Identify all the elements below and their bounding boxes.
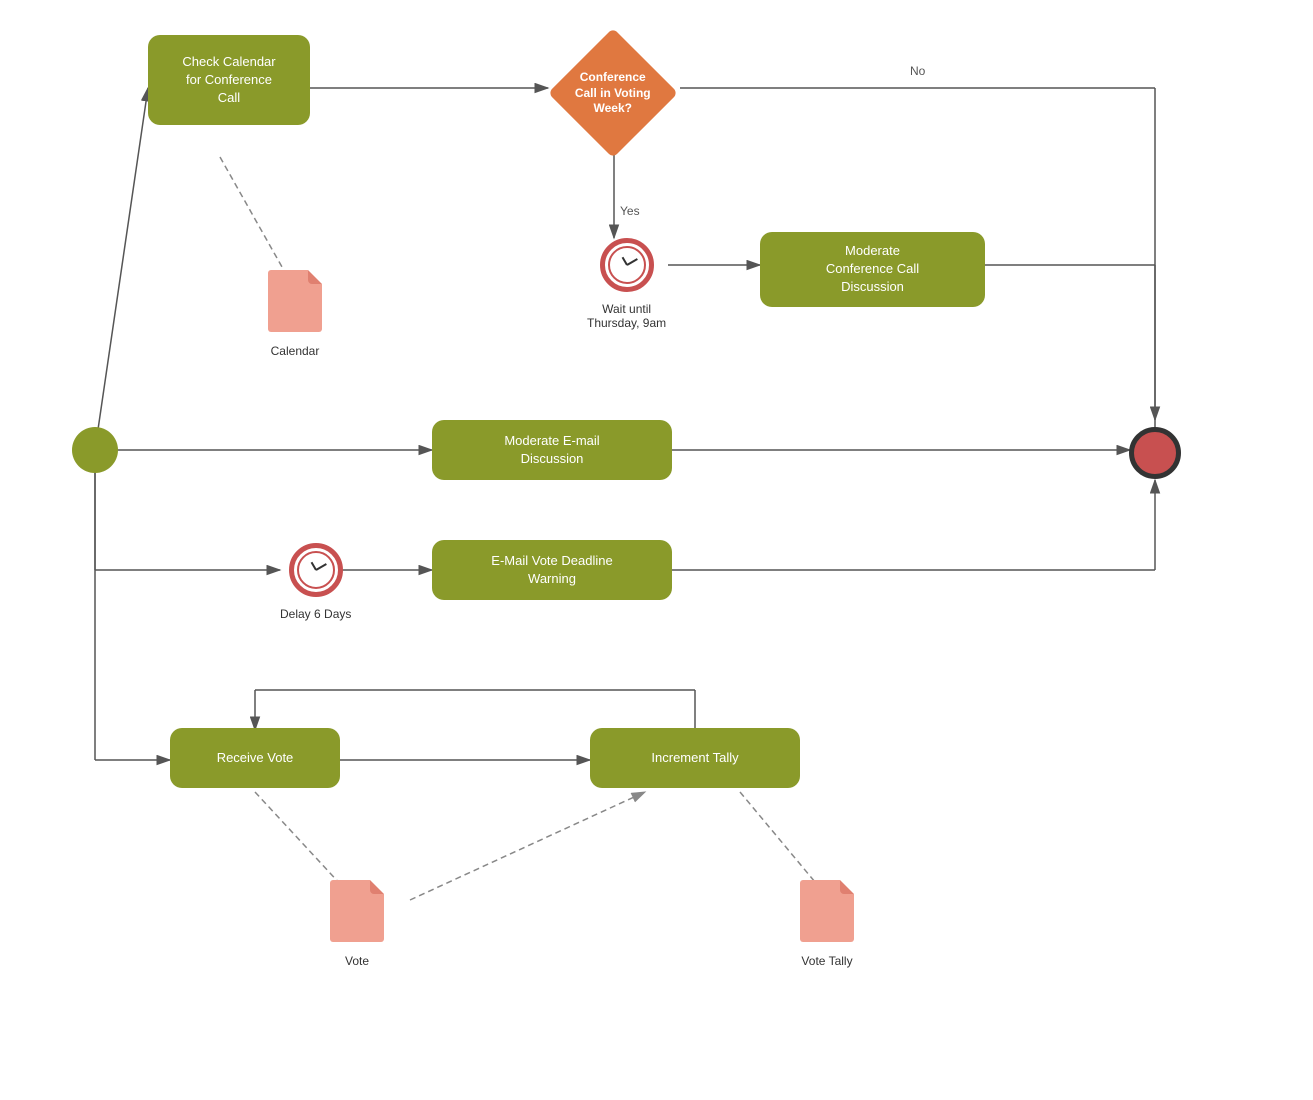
moderate-conference-label: ModerateConference CallDiscussion: [826, 242, 919, 297]
check-calendar-label: Check Calendarfor ConferenceCall: [182, 53, 275, 108]
end-circle: [1129, 427, 1181, 479]
vote-tally-doc-node: Vote Tally: [800, 880, 854, 968]
receive-vote-node: Receive Vote: [170, 728, 340, 788]
increment-tally-label: Increment Tally: [651, 749, 738, 767]
receive-vote-label: Receive Vote: [217, 749, 294, 767]
moderate-email-node: Moderate E-mailDiscussion: [432, 420, 672, 480]
moderate-email-label: Moderate E-mailDiscussion: [504, 432, 599, 468]
clock-face: [608, 246, 646, 284]
yes-label: Yes: [620, 204, 640, 218]
start-node: [72, 427, 118, 473]
no-label: No: [910, 64, 926, 78]
start-circle: [72, 427, 118, 473]
conference-call-decision-node: ConferenceCall in VotingWeek?: [548, 28, 678, 158]
email-warning-node: E-Mail Vote DeadlineWarning: [432, 540, 672, 600]
moderate-conference-node: ModerateConference CallDiscussion: [760, 232, 985, 307]
delay-clock-hand-minute: [315, 563, 326, 571]
conference-call-label: ConferenceCall in VotingWeek?: [568, 70, 658, 117]
calendar-doc-node: Calendar: [268, 270, 322, 358]
vote-tally-doc-icon: [800, 880, 854, 942]
calendar-doc-label: Calendar: [271, 344, 320, 358]
conference-call-diamond: ConferenceCall in VotingWeek?: [548, 28, 678, 158]
calendar-doc-icon: [268, 270, 322, 332]
delay-6days-node: Delay 6 Days: [280, 543, 351, 621]
vote-doc-label: Vote: [345, 954, 369, 968]
delay-6days-label: Delay 6 Days: [280, 607, 351, 621]
check-calendar-node: Check Calendarfor ConferenceCall: [148, 35, 310, 125]
vote-doc-icon: [330, 880, 384, 942]
delay-clock-face: [297, 551, 335, 589]
increment-tally-node: Increment Tally: [590, 728, 800, 788]
wait-thursday-node: Wait untilThursday, 9am: [587, 238, 666, 330]
end-node: [1129, 427, 1181, 479]
vote-doc-node: Vote: [330, 880, 384, 968]
wait-thursday-label: Wait untilThursday, 9am: [587, 302, 666, 330]
clock-hand-minute: [626, 258, 637, 266]
vote-tally-doc-label: Vote Tally: [801, 954, 852, 968]
wait-thursday-clock: [600, 238, 654, 292]
email-warning-label: E-Mail Vote DeadlineWarning: [491, 552, 612, 588]
flowchart-diagram: No Yes Check Ca: [0, 0, 1313, 1100]
delay-clock: [289, 543, 343, 597]
